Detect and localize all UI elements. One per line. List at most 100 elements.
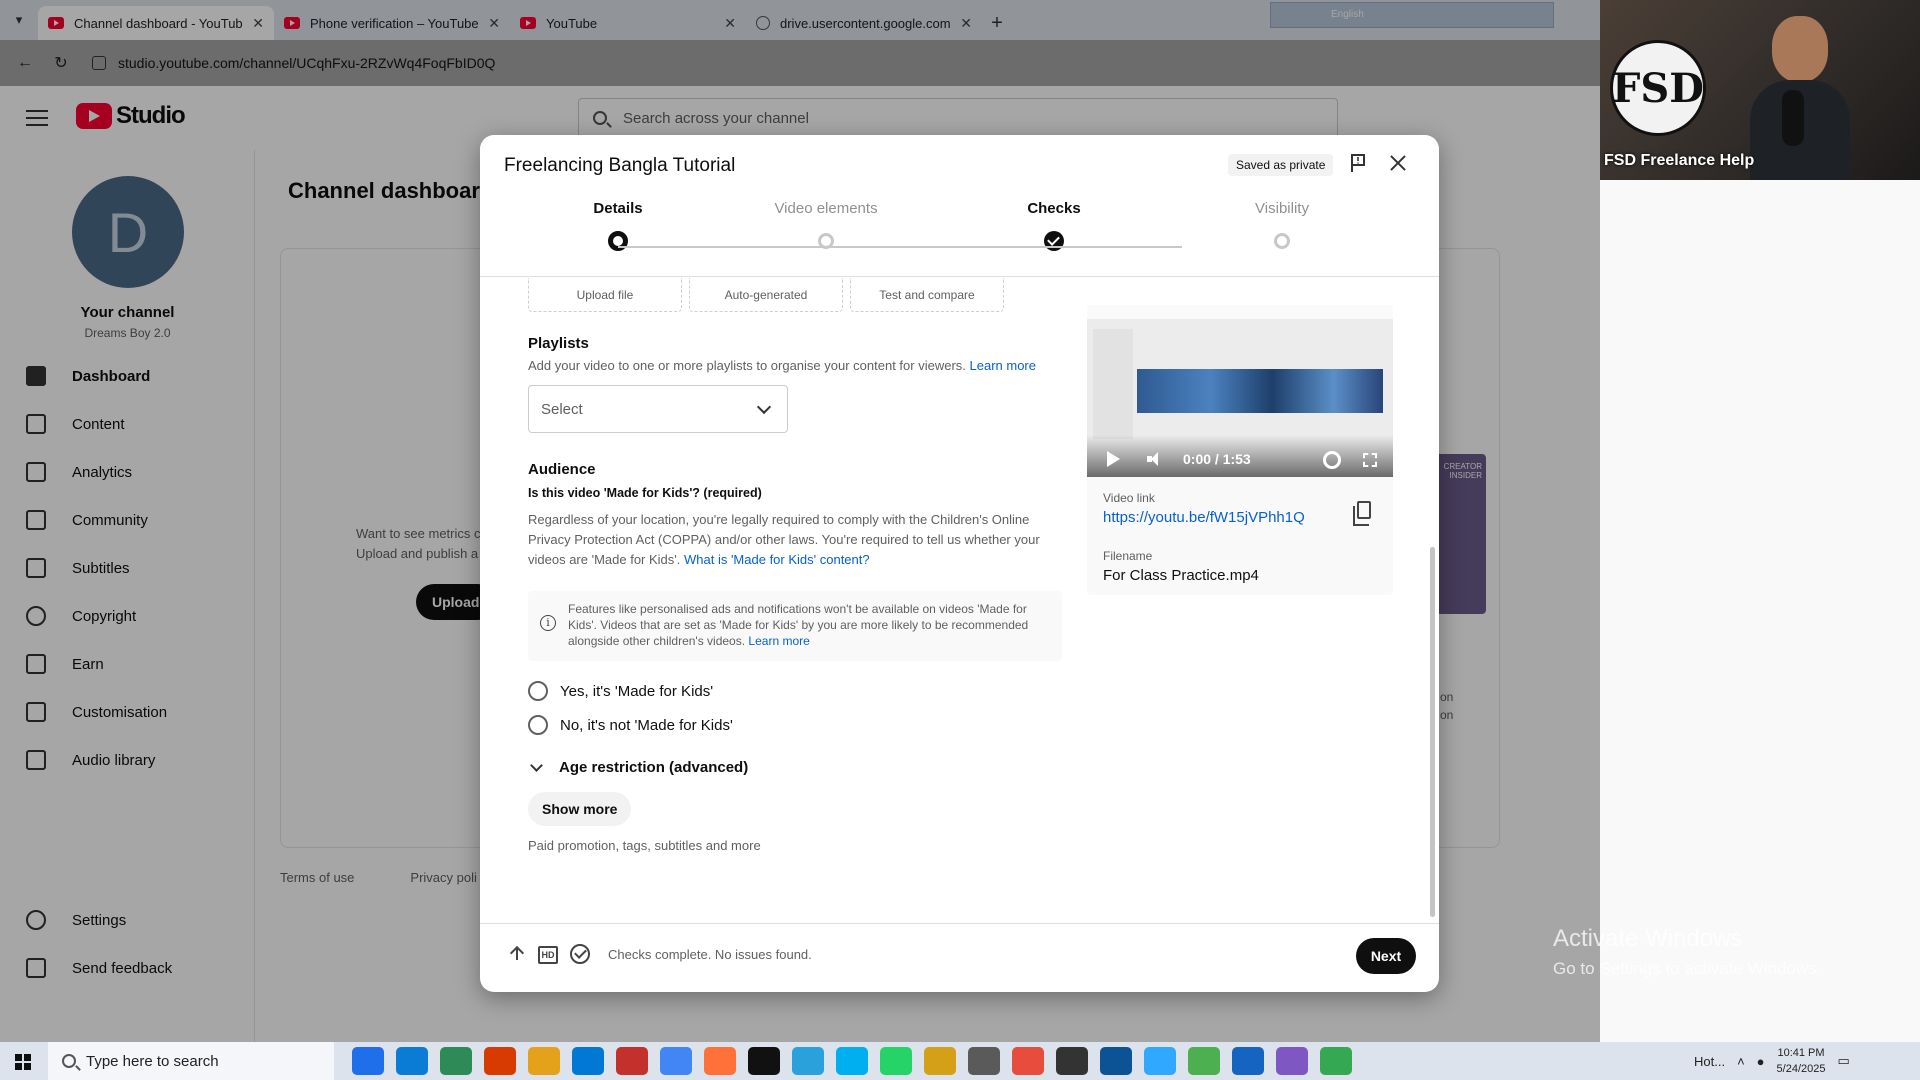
dialog-scrollbar[interactable] xyxy=(1430,547,1435,917)
notifications-icon[interactable]: ▭ xyxy=(1837,1053,1849,1069)
upload-status-icon[interactable] xyxy=(510,946,524,964)
volume-icon[interactable] xyxy=(1147,452,1165,466)
copy-icon[interactable] xyxy=(1353,501,1371,526)
microphone-icon[interactable]: ● xyxy=(1757,1054,1765,1069)
taskbar-search-box[interactable]: Type here to search xyxy=(48,1042,334,1080)
age-restriction-toggle[interactable]: Age restriction (advanced) xyxy=(530,759,749,776)
info-icon: i xyxy=(540,615,556,631)
taskbar-app-icons xyxy=(352,1047,1352,1075)
thumbnail-autogenerated-option[interactable]: Auto-generated xyxy=(689,278,843,312)
tray-weather-text[interactable]: Hot... xyxy=(1694,1054,1725,1069)
feedback-flag-icon[interactable] xyxy=(1350,153,1366,173)
play-icon[interactable] xyxy=(1107,451,1120,467)
check-icon xyxy=(1044,231,1064,251)
taskbar-app-icon[interactable] xyxy=(836,1047,868,1075)
chevron-down-icon xyxy=(756,399,772,415)
thumbnail-upload-option[interactable]: Upload file xyxy=(528,278,682,312)
taskbar-app-icon[interactable] xyxy=(352,1047,384,1075)
taskbar-app-icon[interactable] xyxy=(792,1047,824,1075)
step-details[interactable]: Details xyxy=(538,195,698,251)
thumbnail-test-compare-option[interactable]: Test and compare xyxy=(850,278,1004,312)
system-tray: Hot... ˄ ● 10:41 PM 5/24/2025 ▭ xyxy=(1694,1042,1850,1080)
taskbar-app-icon[interactable] xyxy=(1276,1047,1308,1075)
made-for-kids-info-link[interactable]: What is 'Made for Kids' content? xyxy=(684,552,870,567)
video-frame-sidebar xyxy=(1093,329,1133,439)
webcam-caption: FSD Freelance Help xyxy=(1604,152,1755,169)
taskbar-app-icon[interactable] xyxy=(748,1047,780,1075)
made-for-kids-no-option[interactable]: No, it's not 'Made for Kids' xyxy=(528,715,733,735)
taskbar-app-icon[interactable] xyxy=(660,1047,692,1075)
taskbar-app-icon[interactable] xyxy=(1320,1047,1352,1075)
made-for-kids-info-box: i Features like personalised ads and not… xyxy=(528,591,1062,661)
playlist-select-value: Select xyxy=(541,400,583,418)
video-time: 0:00 / 1:53 xyxy=(1183,451,1251,467)
chevron-up-icon[interactable]: ˄ xyxy=(1737,1054,1745,1069)
taskbar-app-icon[interactable] xyxy=(440,1047,472,1075)
windows-start-icon[interactable] xyxy=(0,1042,48,1080)
taskbar-app-icon[interactable] xyxy=(1188,1047,1220,1075)
show-more-button[interactable]: Show more xyxy=(528,792,632,826)
stepper-track xyxy=(618,246,1182,248)
taskbar-app-icon[interactable] xyxy=(616,1047,648,1075)
filename-value: For Class Practice.mp4 xyxy=(1103,567,1259,584)
taskbar-app-icon[interactable] xyxy=(924,1047,956,1075)
taskbar-app-icon[interactable] xyxy=(1012,1047,1044,1075)
microphone-icon xyxy=(1782,90,1804,146)
taskbar-app-icon[interactable] xyxy=(396,1047,428,1075)
activate-windows-watermark: Activate Windows Go to Settings to activ… xyxy=(1553,925,1821,979)
next-button[interactable]: Next xyxy=(1356,938,1416,974)
video-link[interactable]: https://youtu.be/fW15jVPhh1Q xyxy=(1103,509,1305,526)
taskbar-app-icon[interactable] xyxy=(528,1047,560,1075)
audience-heading: Audience xyxy=(528,461,596,478)
taskbar-clock[interactable]: 10:41 PM 5/24/2025 xyxy=(1777,1045,1826,1077)
watermark-title: Activate Windows xyxy=(1553,925,1743,952)
taskbar-app-icon[interactable] xyxy=(484,1047,516,1075)
step-current-dot xyxy=(608,231,628,251)
presenter-head xyxy=(1772,16,1828,82)
info-learn-more-link[interactable]: Learn more xyxy=(748,634,809,648)
video-preview-panel: 0:00 / 1:53 Video link https://youtu.be/… xyxy=(1087,305,1393,595)
step-pending-dot xyxy=(1274,233,1290,249)
fullscreen-icon[interactable] xyxy=(1363,453,1377,467)
fsd-logo-text: FSD xyxy=(1612,64,1704,112)
taskbar-app-icon[interactable] xyxy=(1056,1047,1088,1075)
webcam-overlay: FSD FSD Freelance Help xyxy=(1600,0,1920,180)
radio-label: Yes, it's 'Made for Kids' xyxy=(560,682,714,700)
playlist-select[interactable]: Select xyxy=(528,385,788,433)
fsd-logo: FSD xyxy=(1610,40,1706,136)
dialog-footer: HD Checks complete. No issues found. Nex… xyxy=(480,923,1439,992)
playlists-learn-more-link[interactable]: Learn more xyxy=(970,358,1036,373)
clock-time: 10:41 PM xyxy=(1777,1047,1825,1059)
step-video-elements[interactable]: Video elements xyxy=(746,195,906,249)
age-restriction-label: Age restriction (advanced) xyxy=(559,759,749,776)
gear-icon[interactable] xyxy=(1323,451,1341,469)
taskbar-app-icon[interactable] xyxy=(1232,1047,1264,1075)
made-for-kids-yes-option[interactable]: Yes, it's 'Made for Kids' xyxy=(528,681,713,701)
chevron-down-icon xyxy=(530,759,543,772)
close-icon[interactable] xyxy=(1386,151,1410,175)
step-checks[interactable]: Checks xyxy=(974,195,1134,251)
dialog-scroll-area[interactable]: Upload file Auto-generated Test and comp… xyxy=(480,278,1439,908)
hd-icon[interactable]: HD xyxy=(538,946,558,964)
step-label: Details xyxy=(593,200,643,217)
taskbar-app-icon[interactable] xyxy=(968,1047,1000,1075)
radio-button[interactable] xyxy=(528,715,548,735)
show-more-hint: Paid promotion, tags, subtitles and more xyxy=(528,838,761,853)
taskbar-search-placeholder: Type here to search xyxy=(86,1052,219,1070)
radio-button[interactable] xyxy=(528,681,548,701)
checks-complete-icon[interactable] xyxy=(570,944,590,964)
taskbar-app-icon[interactable] xyxy=(1100,1047,1132,1075)
filename-label: Filename xyxy=(1103,549,1153,563)
taskbar-app-icon[interactable] xyxy=(704,1047,736,1075)
video-link-label: Video link xyxy=(1103,491,1155,505)
watermark-subtitle: Go to Settings to activate Windows. xyxy=(1553,959,1822,978)
taskbar-app-icon[interactable] xyxy=(1144,1047,1176,1075)
video-player[interactable]: 0:00 / 1:53 xyxy=(1087,305,1393,477)
step-label: Video elements xyxy=(774,200,878,217)
clock-date: 5/24/2025 xyxy=(1776,1063,1826,1075)
upload-stepper: Details Video elements Checks Visibility xyxy=(480,195,1439,277)
taskbar-app-icon[interactable] xyxy=(572,1047,604,1075)
step-visibility[interactable]: Visibility xyxy=(1202,195,1362,249)
taskbar-app-icon[interactable] xyxy=(880,1047,912,1075)
step-label: Checks xyxy=(1027,200,1081,217)
